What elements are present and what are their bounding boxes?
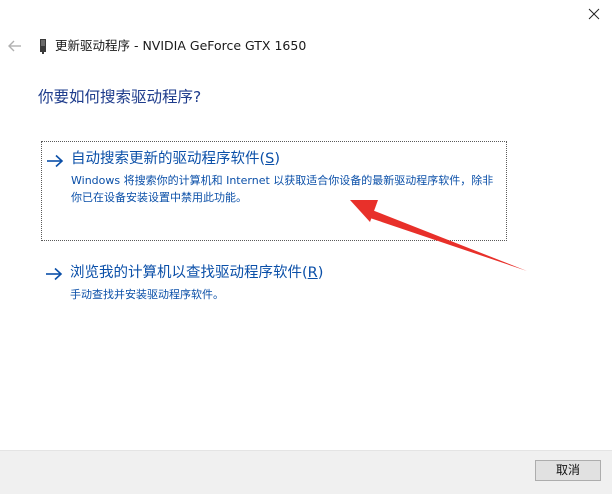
option-auto-search[interactable]: 自动搜索更新的驱动程序软件(S) Windows 将搜索你的计算机和 Inter… <box>41 141 507 241</box>
device-icon <box>38 38 48 54</box>
dialog-footer: 取消 <box>0 450 612 494</box>
close-button[interactable] <box>580 2 608 26</box>
option-browse-computer-title[interactable]: 浏览我的计算机以查找驱动程序软件(R) <box>70 263 323 283</box>
arrow-right-icon <box>46 267 63 281</box>
header-title: 更新驱动程序 - NVIDIA GeForce GTX 1650 <box>55 38 307 53</box>
option-auto-search-title[interactable]: 自动搜索更新的驱动程序软件(S) <box>71 149 280 169</box>
back-button[interactable] <box>6 37 24 55</box>
option-browse-computer-description: 手动查找并安装驱动程序软件。 <box>70 288 224 301</box>
page-question: 你要如何搜索驱动程序? <box>38 88 202 106</box>
annotation-arrow <box>350 200 527 271</box>
option-auto-search-description: Windows 将搜索你的计算机和 Internet 以获取适合你设备的最新驱动… <box>71 174 494 204</box>
cancel-button[interactable]: 取消 <box>535 460 601 481</box>
update-driver-dialog: 更新驱动程序 - NVIDIA GeForce GTX 1650 你要如何搜索驱… <box>0 0 612 494</box>
dialog-header: 更新驱动程序 - NVIDIA GeForce GTX 1650 <box>0 34 612 58</box>
arrow-right-icon <box>47 154 64 168</box>
back-arrow-icon <box>8 40 21 52</box>
accelerator-key: R <box>307 265 318 281</box>
option-browse-computer[interactable]: 浏览我的计算机以查找驱动程序软件(R) 手动查找并安装驱动程序软件。 <box>41 258 507 314</box>
accelerator-key: S <box>265 151 275 167</box>
close-icon <box>588 8 600 20</box>
